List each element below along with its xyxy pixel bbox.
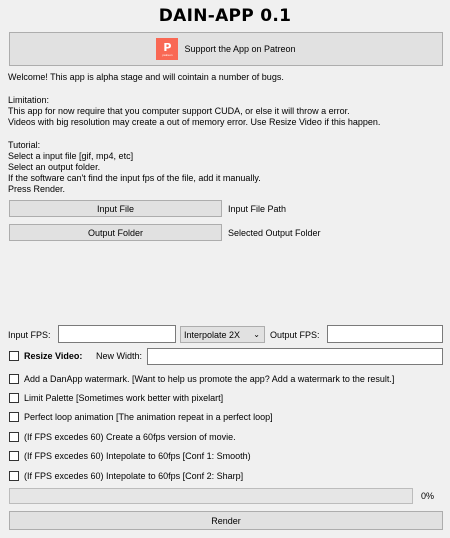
output-fps-label: Output FPS:	[270, 330, 320, 340]
option-label: (If FPS excedes 60) Intepolate to 60fps …	[24, 451, 251, 461]
interpolate-select[interactable]: Interpolate 2X ⌄	[180, 326, 265, 343]
tutorial-heading: Tutorial:	[8, 140, 41, 150]
limitation-text-1: This app for now require that you comput…	[8, 106, 350, 116]
option-checkbox[interactable]	[9, 471, 19, 481]
option-checkbox[interactable]	[9, 374, 19, 384]
tutorial-step-3: If the software can't find the input fps…	[8, 173, 261, 183]
option-checkbox[interactable]	[9, 393, 19, 403]
output-folder-button[interactable]: Output Folder	[9, 224, 222, 241]
tutorial-step-4: Press Render.	[8, 184, 66, 194]
output-fps-field[interactable]	[327, 325, 443, 343]
option-checkbox[interactable]	[9, 451, 19, 461]
option-checkbox[interactable]	[9, 432, 19, 442]
option-checkbox[interactable]	[9, 412, 19, 422]
new-width-label: New Width:	[96, 351, 143, 361]
app-title: DAIN-APP 0.1	[158, 6, 292, 26]
option-label: (If FPS excedes 60) Intepolate to 60fps …	[24, 471, 244, 481]
option-label: Limit Palette [Sometimes work better wit…	[24, 393, 224, 403]
patreon-logo-icon: P patreon	[156, 38, 179, 60]
render-button[interactable]: Render	[9, 511, 443, 530]
input-file-button[interactable]: Input File	[9, 200, 222, 217]
option-label: (If FPS excedes 60) Create a 60fps versi…	[24, 432, 236, 442]
tutorial-step-1: Select a input file [gif, mp4, etc]	[8, 151, 134, 161]
limitation-heading: Limitation:	[8, 95, 50, 105]
input-fps-field[interactable]	[58, 325, 176, 343]
interpolate-select-value: Interpolate 2X	[184, 329, 241, 340]
new-width-field[interactable]	[147, 348, 443, 365]
option-label: Add a DanApp watermark. [Want to help us…	[24, 374, 395, 384]
option-label: Perfect loop animation [The animation re…	[24, 412, 273, 422]
chevron-down-icon: ⌄	[253, 330, 260, 339]
patreon-button-label: Support the App on Patreon	[184, 44, 296, 54]
output-folder-path: Selected Output Folder	[228, 228, 321, 238]
tutorial-step-2: Select an output folder.	[8, 162, 101, 172]
patreon-support-button[interactable]: P patreon Support the App on Patreon	[9, 32, 443, 66]
limitation-text-2: Videos with big resolution may create a …	[8, 117, 381, 127]
render-progress-bar	[9, 488, 413, 504]
input-fps-label: Input FPS:	[8, 330, 51, 340]
progress-percent: 0%	[421, 491, 435, 501]
input-file-path: Input File Path	[228, 204, 287, 214]
resize-video-label: Resize Video:	[24, 351, 83, 361]
welcome-text: Welcome! This app is alpha stage and wil…	[8, 72, 284, 82]
resize-video-checkbox[interactable]	[9, 351, 19, 361]
